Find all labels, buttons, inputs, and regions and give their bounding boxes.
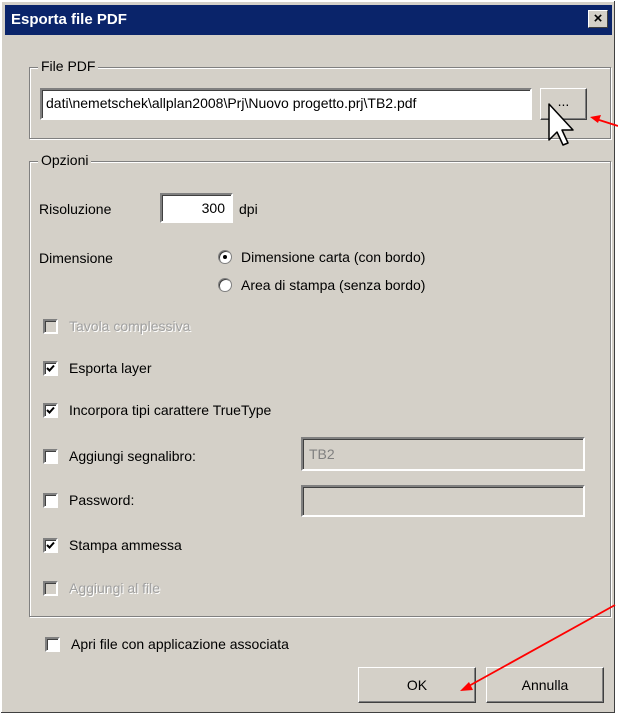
checkbox-stampa-ammessa-label: Stampa ammessa bbox=[69, 537, 182, 553]
export-pdf-dialog: Esporta file PDF × File PDF dati\nemetsc… bbox=[0, 0, 616, 714]
close-icon: × bbox=[593, 10, 603, 27]
close-button[interactable]: × bbox=[588, 10, 608, 28]
checkbox-truetype-label: Incorpora tipi carattere TrueType bbox=[69, 402, 272, 418]
cancel-button-label: Annulla bbox=[521, 677, 569, 693]
dimension-label: Dimensione bbox=[39, 250, 113, 266]
pdf-path-input[interactable]: dati\nemetschek\allplan2008\Prj\Nuovo pr… bbox=[40, 88, 532, 120]
resolution-unit: dpi bbox=[239, 201, 258, 217]
checkbox-esporta-layer-label: Esporta layer bbox=[69, 360, 152, 376]
checkbox-esporta-layer[interactable] bbox=[43, 361, 58, 376]
checkbox-aggiungi-al-file[interactable] bbox=[43, 581, 58, 596]
dialog-title: Esporta file PDF bbox=[11, 11, 127, 28]
radio-selected-dot bbox=[223, 255, 227, 259]
checkbox-password[interactable] bbox=[43, 493, 58, 508]
cancel-button[interactable]: Annulla bbox=[486, 667, 604, 703]
checkmark-icon bbox=[46, 406, 55, 414]
title-bar[interactable]: Esporta file PDF × bbox=[5, 5, 612, 35]
checkbox-stampa-ammessa[interactable] bbox=[43, 538, 58, 553]
checkbox-tavola-complessiva[interactable] bbox=[43, 319, 58, 334]
file-pdf-group-label: File PDF bbox=[38, 58, 99, 74]
checkbox-open-with-app-label: Apri file con applicazione associata bbox=[71, 636, 289, 652]
checkbox-tavola-complessiva-label: Tavola complessiva bbox=[69, 318, 191, 334]
radio-print-area[interactable] bbox=[218, 278, 232, 292]
ok-button-label: OK bbox=[406, 677, 428, 693]
resolution-value: 300 bbox=[201, 200, 225, 216]
checkbox-password-label: Password: bbox=[69, 492, 135, 508]
resolution-label: Risoluzione bbox=[39, 201, 112, 217]
checkbox-aggiungi-al-file-label: Aggiungi al file bbox=[69, 580, 161, 596]
ok-button[interactable]: OK bbox=[358, 667, 476, 703]
browse-button[interactable]: ... bbox=[540, 88, 587, 120]
bookmark-value: TB2 bbox=[309, 446, 335, 462]
checkbox-open-with-app[interactable] bbox=[45, 637, 60, 652]
bookmark-input[interactable]: TB2 bbox=[301, 437, 585, 471]
options-group-label: Opzioni bbox=[38, 152, 92, 168]
checkmark-icon bbox=[46, 364, 55, 372]
password-input[interactable] bbox=[301, 485, 585, 517]
checkmark-icon bbox=[46, 541, 55, 549]
resolution-input[interactable]: 300 bbox=[160, 193, 233, 223]
radio-print-area-label[interactable]: Area di stampa (senza bordo) bbox=[241, 277, 425, 293]
checkbox-truetype[interactable] bbox=[43, 403, 58, 418]
radio-paper-size-label[interactable]: Dimensione carta (con bordo) bbox=[241, 249, 425, 265]
browse-button-label: ... bbox=[557, 93, 570, 109]
checkbox-bookmark[interactable] bbox=[43, 449, 58, 464]
radio-paper-size[interactable] bbox=[218, 250, 232, 264]
pdf-path-value: dati\nemetschek\allplan2008\Prj\Nuovo pr… bbox=[46, 95, 417, 111]
checkbox-bookmark-label: Aggiungi segnalibro: bbox=[69, 448, 196, 464]
